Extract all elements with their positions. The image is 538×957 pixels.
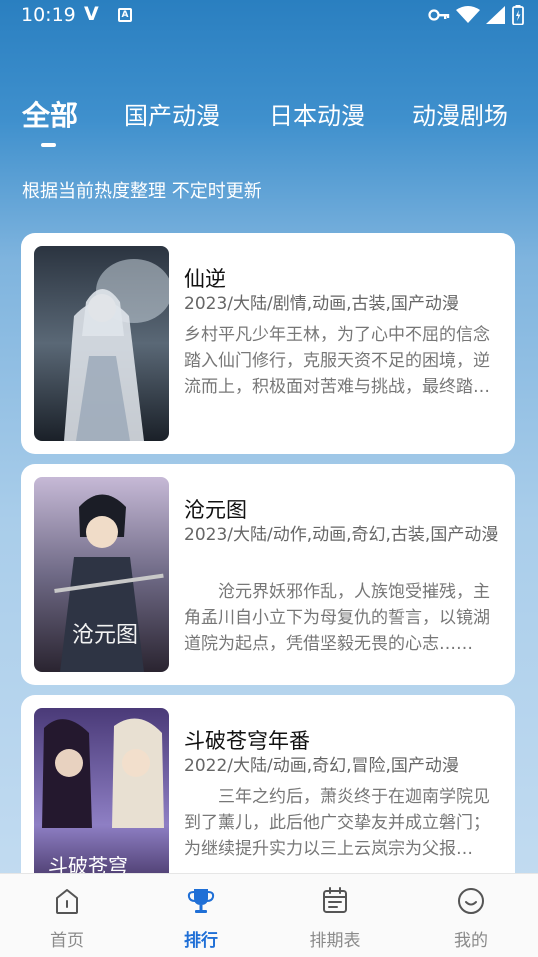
anime-meta: 2022/大陆/动画,奇幻,冒险,国产动漫: [184, 756, 459, 776]
vpn-key-icon: [428, 9, 450, 21]
anime-meta: 2023/大陆/动作,动画,奇幻,古装,国产动漫: [184, 525, 499, 545]
bottom-nav: 首页 排行 排期表 我的: [0, 873, 538, 957]
anime-meta: 2023/大陆/剧情,动画,古装,国产动漫: [184, 294, 459, 314]
anime-title: 斗破苍穹年番: [184, 729, 310, 753]
ranking-subtitle: 根据当前热度整理 不定时更新: [22, 181, 262, 202]
anime-card[interactable]: 斗破苍穹 斗破苍穹年番 2022/大陆/动画,奇幻,冒险,国产动漫 三年之约后，…: [21, 695, 515, 895]
anime-title: 仙逆: [184, 267, 226, 291]
nav-profile[interactable]: 我的: [404, 874, 538, 957]
anime-card[interactable]: 仙逆 2023/大陆/剧情,动画,古装,国产动漫 乡村平凡少年王林，为了心中不屈…: [21, 233, 515, 454]
wifi-icon: [456, 6, 480, 23]
tab-all[interactable]: 全部: [22, 94, 78, 134]
home-icon: [56, 889, 78, 914]
anime-card[interactable]: 沧元图 沧元图 2023/大陆/动作,动画,奇幻,古装,国产动漫 沧元界妖邪作乱…: [21, 464, 515, 685]
carrier-icon: V: [84, 3, 99, 25]
cover-image: [34, 246, 169, 441]
anime-description: 乡村平凡少年王林，为了心中不屈的信念踏入仙门修行，克服天资不足的困境，逆流而上，…: [184, 325, 490, 397]
tab-japanese-anime[interactable]: 日本动漫: [269, 96, 365, 131]
nav-schedule[interactable]: 排期表: [268, 874, 402, 957]
status-bar: 10:19 V A: [0, 0, 538, 32]
nav-label: 我的: [454, 931, 488, 951]
status-icons: [428, 5, 524, 25]
status-time: 10:19: [21, 4, 76, 26]
anime-description: 沧元界妖邪作乱，人族饱受摧残，主角孟川自小立下为母复仇的誓言，以镜湖道院为起点，…: [184, 582, 490, 654]
profile-icon: [458, 888, 484, 914]
calendar-icon: [323, 887, 347, 913]
signal-icon: [486, 6, 505, 24]
anime-description: 三年之约后，萧炎终于在迦南学院见到了薰儿，此后他广交挚友并成立磐门；为继续提升实…: [184, 787, 490, 859]
cover-image: 斗破苍穹: [34, 708, 169, 895]
trophy-icon: [187, 889, 215, 913]
nav-label: 排期表: [309, 931, 361, 951]
nav-label: 排行: [184, 931, 218, 951]
nav-label: 首页: [50, 931, 84, 951]
nav-home[interactable]: 首页: [0, 874, 134, 957]
anime-title: 沧元图: [184, 498, 247, 522]
cover-text: 沧元图: [72, 623, 138, 648]
tab-indicator: [41, 143, 56, 147]
nav-ranking[interactable]: 排行: [134, 874, 268, 957]
battery-icon: [512, 5, 524, 25]
cover-image: 沧元图: [34, 477, 169, 672]
tab-anime-theater[interactable]: 动漫剧场: [412, 96, 508, 131]
category-tabs: 全部 国产动漫 日本动漫 动漫剧场: [0, 96, 538, 156]
tab-domestic-anime[interactable]: 国产动漫: [124, 96, 220, 131]
notification-icon: A: [118, 8, 132, 22]
